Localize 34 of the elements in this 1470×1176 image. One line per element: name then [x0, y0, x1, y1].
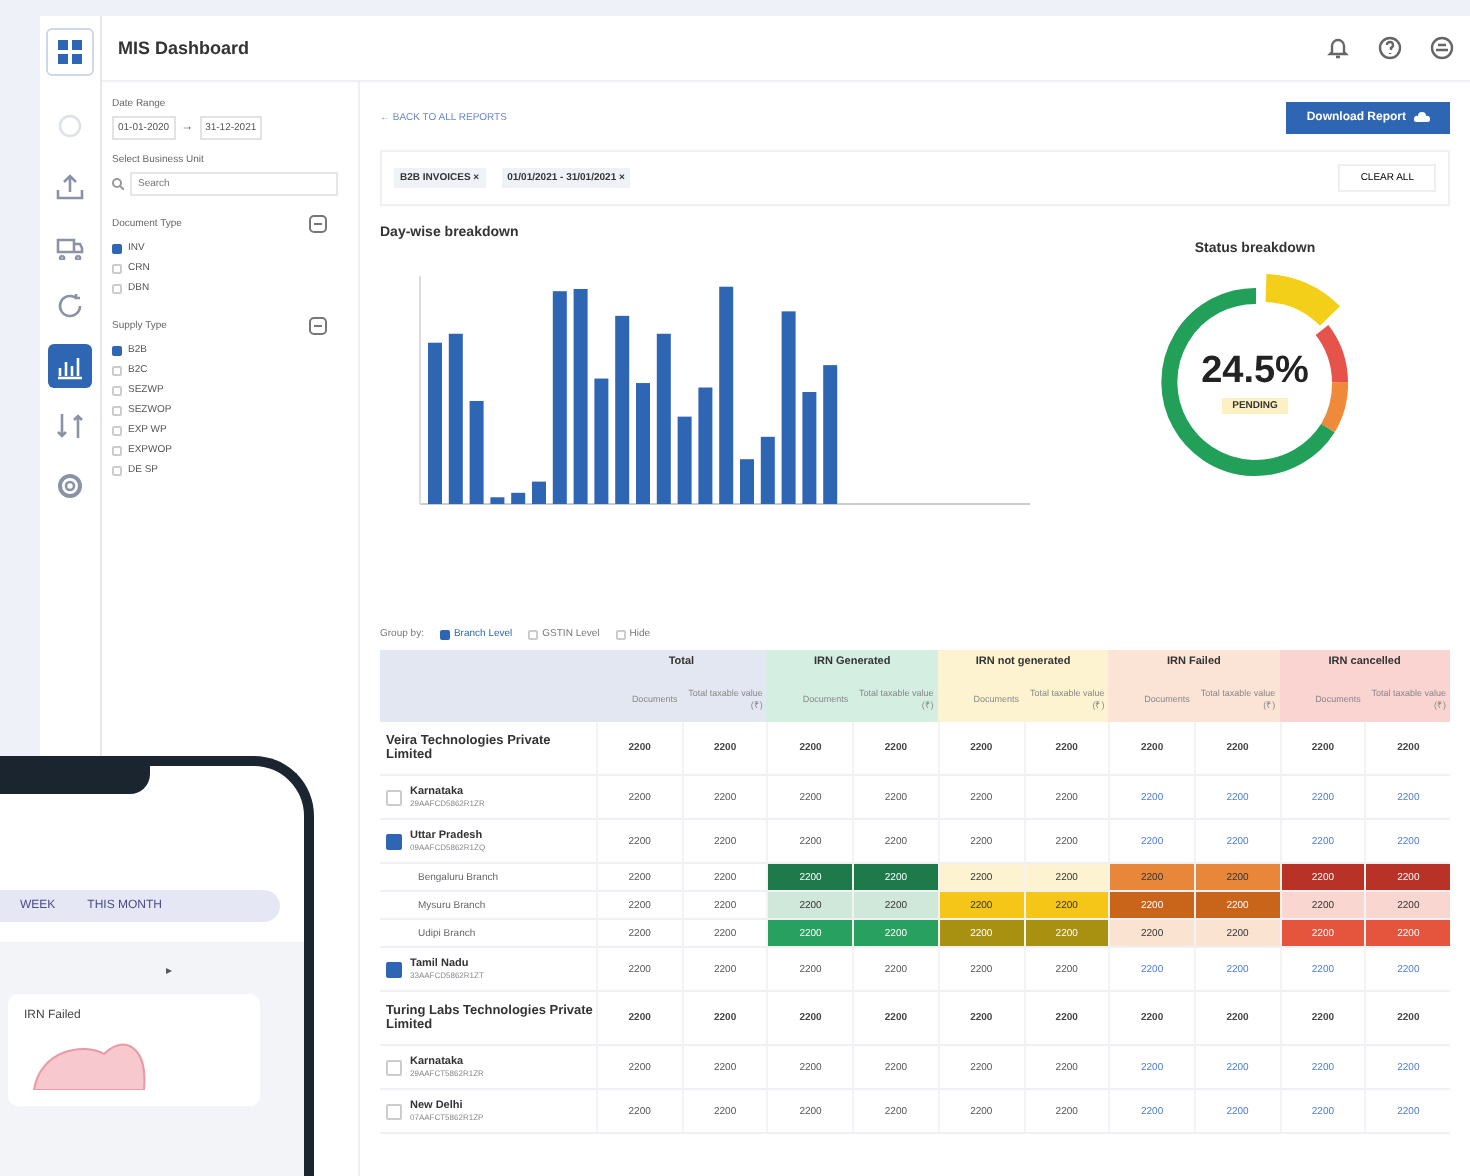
collapse-icon[interactable]: [308, 316, 328, 336]
help-icon[interactable]: [1378, 36, 1402, 60]
chart-icon: [56, 352, 84, 380]
grid-icon: [56, 38, 84, 66]
refresh-icon: [56, 292, 84, 320]
bar: [490, 497, 505, 504]
sidebar-nav-button[interactable]: [48, 344, 92, 388]
app-logo-button[interactable]: [46, 28, 94, 76]
collapse-icon[interactable]: [308, 214, 328, 234]
percentage-value: 24.5%: [1201, 350, 1309, 394]
bar: [802, 392, 817, 504]
bar: [636, 383, 650, 504]
bar: [532, 481, 546, 504]
cloud-icon: [1414, 112, 1430, 124]
checkbox[interactable]: [112, 243, 122, 253]
checkbox[interactable]: [386, 833, 402, 849]
bar: [594, 378, 609, 504]
search-icon: [112, 178, 124, 190]
bar: [511, 492, 526, 504]
swap-icon: [56, 412, 84, 440]
bar: [677, 416, 692, 504]
notification-bell-icon[interactable]: [1326, 36, 1350, 60]
bar: [740, 459, 754, 504]
bar: [698, 387, 713, 504]
bar: [469, 400, 484, 504]
upload-icon: [56, 172, 84, 200]
checkbox[interactable]: [112, 345, 122, 355]
window-title: MIS Dashboard: [118, 38, 252, 58]
bar: [823, 365, 838, 504]
checkbox[interactable]: [386, 961, 402, 977]
bar: [760, 436, 775, 504]
circle-icon: [56, 112, 84, 140]
gear-icon: [56, 472, 84, 500]
checkbox[interactable]: [439, 629, 450, 639]
